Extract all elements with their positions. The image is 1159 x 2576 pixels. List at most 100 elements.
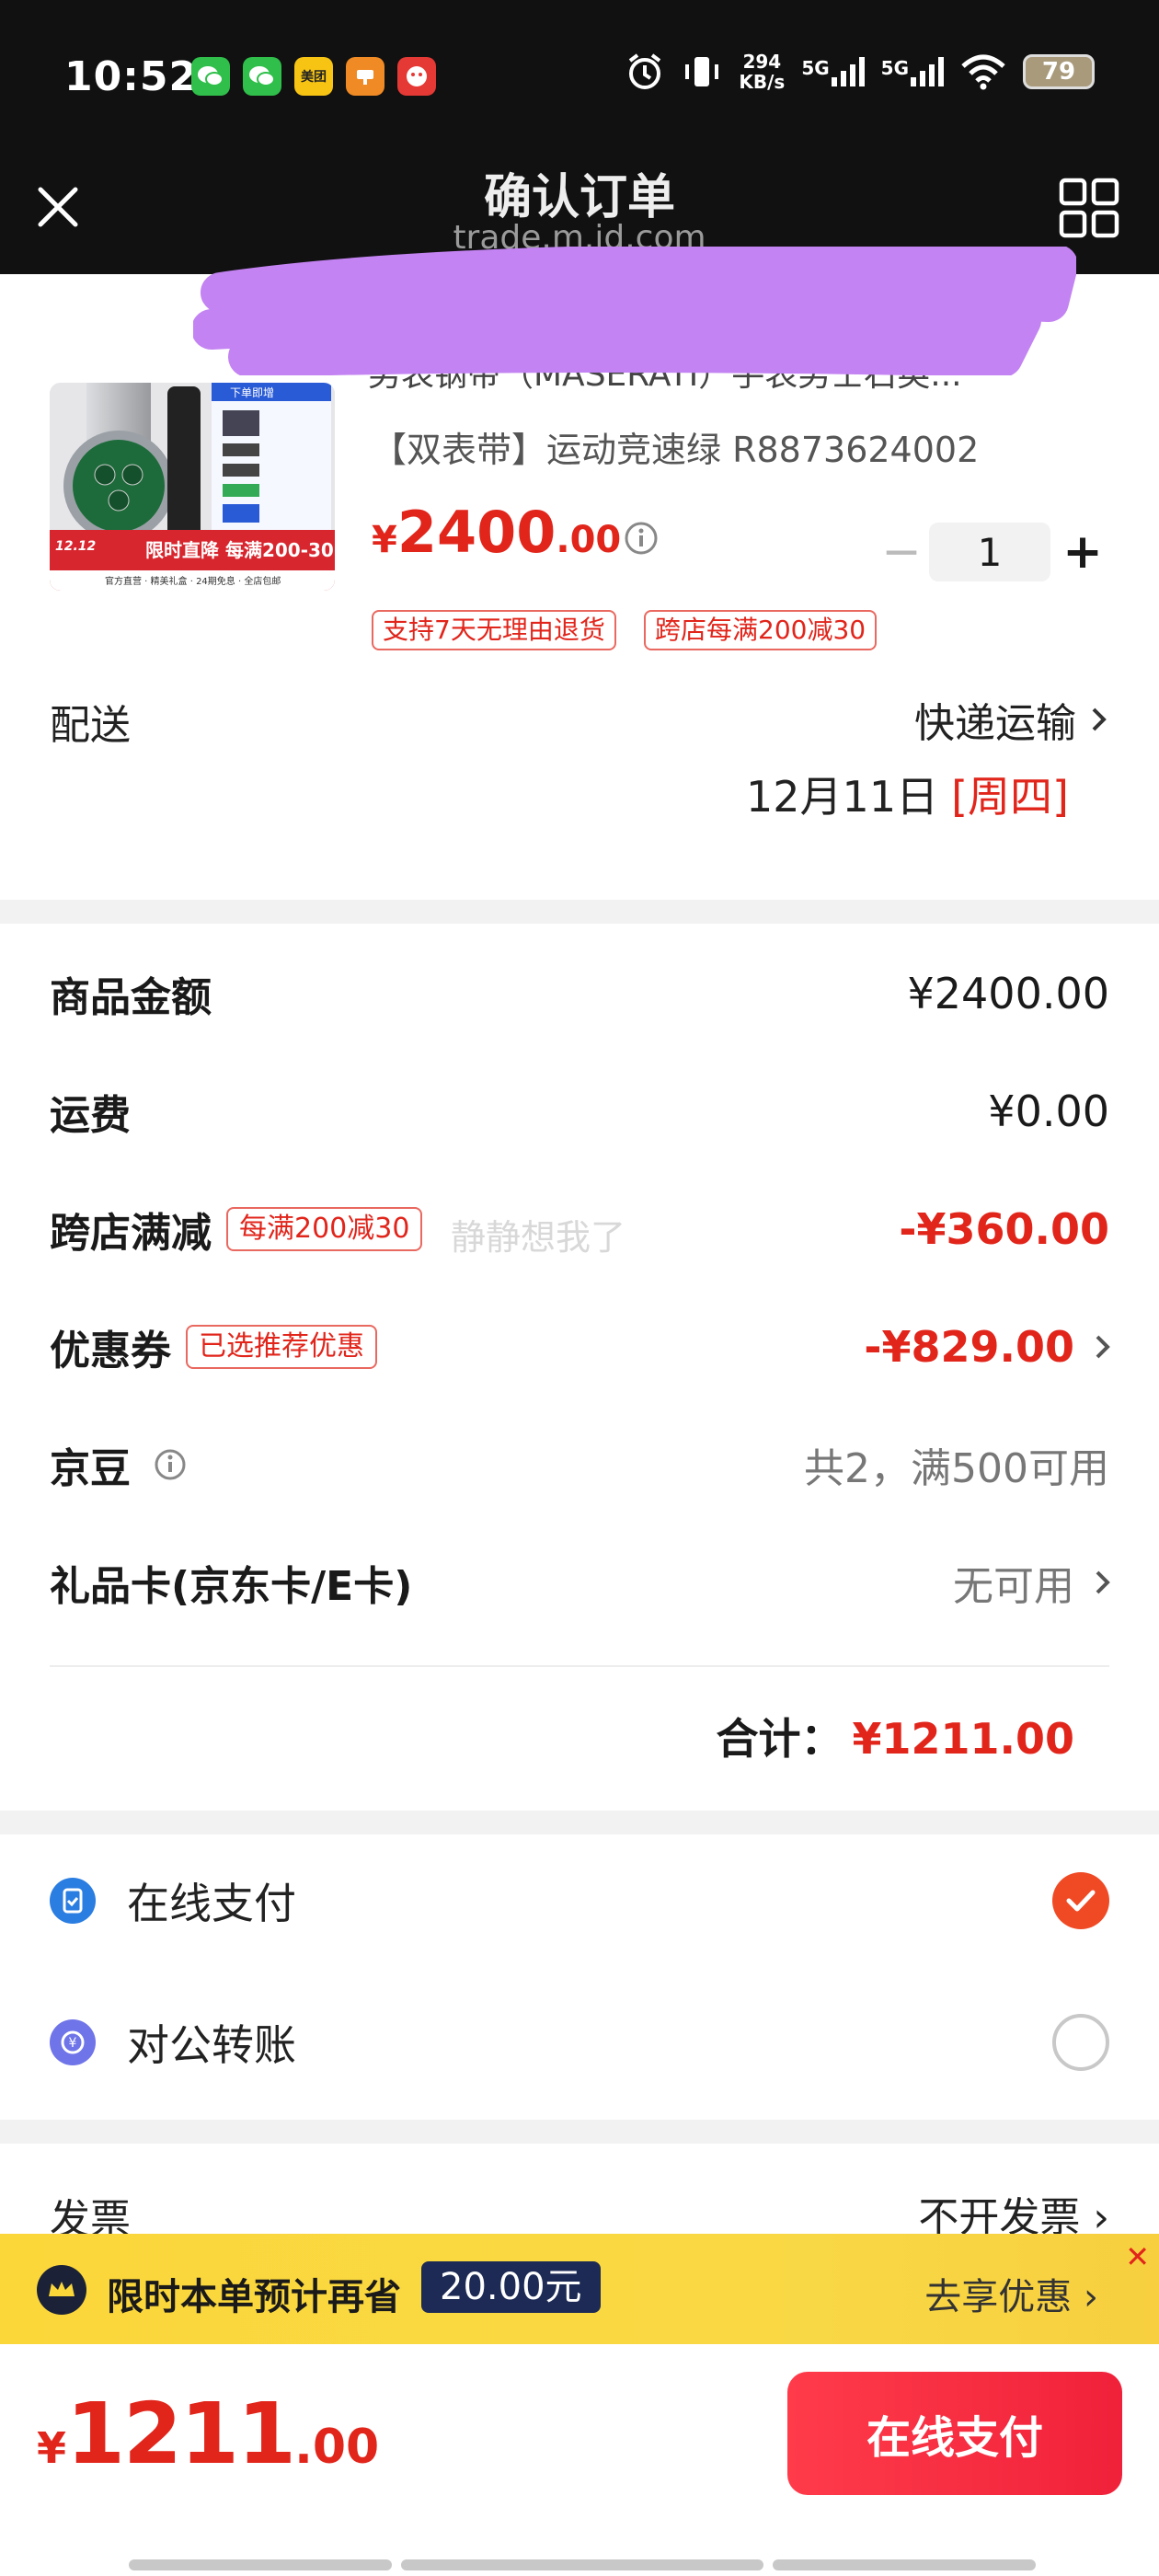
chevron-right-icon bbox=[1096, 1335, 1110, 1359]
total-value: ¥1211.00 bbox=[852, 1714, 1074, 1764]
signal-label: 5G bbox=[801, 57, 830, 79]
jingdou-row: 京豆 共2，满500可用 bbox=[50, 1428, 1109, 1501]
thumb-banner: 限时直降 每满200-30 bbox=[145, 539, 334, 561]
goods-amount-label: 商品金额 bbox=[50, 974, 212, 1021]
transfer-pay-radio[interactable] bbox=[1052, 2014, 1109, 2071]
plus-crown-icon bbox=[37, 2265, 86, 2315]
delivery-label: 配送 bbox=[50, 702, 131, 749]
quantity-increase-button[interactable]: + bbox=[1050, 524, 1115, 580]
goods-amount-row: 商品金额 ¥2400.00 bbox=[50, 957, 1109, 1030]
system-icons: 294 KB/s 5G 5G 79 bbox=[625, 52, 1095, 92]
clock: 10:52 bbox=[64, 53, 199, 100]
cross-store-label-text: 跨店满减 bbox=[50, 1210, 212, 1257]
wechat-icon bbox=[243, 57, 281, 96]
payment-option-transfer[interactable]: ¥ 对公转账 bbox=[50, 1996, 1109, 2088]
product-thumbnail[interactable]: 下单即增 12.12 限时直降 每满200-30 官方直营 · 精美礼盒 · 2… bbox=[50, 383, 335, 591]
checkout-integer: 1211 bbox=[66, 2385, 296, 2483]
checkout-bar: ¥1211.00 在线支付 bbox=[0, 2344, 1159, 2576]
delivery-weekday: [周四] bbox=[951, 772, 1069, 822]
price-currency: ¥ bbox=[372, 519, 397, 561]
menu-button[interactable] bbox=[1056, 175, 1122, 241]
jingdou-label-text: 京豆 bbox=[50, 1445, 131, 1492]
payment-method-card: 在线支付 ¥ 对公转账 bbox=[0, 1834, 1159, 2120]
promo-close-button[interactable]: ✕ bbox=[1125, 2239, 1150, 2274]
svg-text:¥: ¥ bbox=[69, 2036, 77, 2051]
gesture-segment bbox=[129, 2559, 392, 2570]
total-label: 合计： bbox=[716, 1714, 843, 1764]
quantity-decrease-button[interactable]: − bbox=[874, 524, 929, 580]
net-speed-unit: KB/s bbox=[739, 71, 786, 93]
net-speed-value: 294 bbox=[742, 51, 782, 73]
submit-payment-button[interactable]: 在线支付 bbox=[787, 2372, 1122, 2495]
promo-text: 限时本单预计再省 bbox=[107, 2276, 401, 2318]
promo-link-text: 去享优惠 bbox=[924, 2276, 1073, 2318]
notification-icons: 美团 bbox=[191, 57, 436, 96]
coupon-label: 优惠券 已选推荐优惠 bbox=[50, 1317, 377, 1376]
network-speed: 294 KB/s bbox=[739, 52, 785, 92]
chevron-right-icon bbox=[1092, 707, 1107, 731]
signal-label: 5G bbox=[880, 57, 909, 79]
page-title: 确认订单 bbox=[483, 170, 675, 225]
wechat-icon bbox=[191, 57, 230, 96]
meituan-icon: 美团 bbox=[294, 57, 333, 96]
gesture-segment bbox=[773, 2559, 1036, 2570]
jingdou-value: 共2，满500可用 bbox=[804, 1445, 1109, 1492]
price-summary-card: 商品金额 ¥2400.00 运费 ¥0.00 跨店满减 每满200减30 -¥36… bbox=[0, 924, 1159, 1811]
giftcard-row[interactable]: 礼品卡(京东卡/E卡) 无可用 bbox=[50, 1546, 1110, 1619]
transfer-pay-label: 对公转账 bbox=[127, 2020, 296, 2070]
alarm-icon bbox=[629, 53, 661, 89]
thumb-logo: 12.12 bbox=[55, 539, 97, 554]
battery-indicator: 79 bbox=[1023, 54, 1095, 89]
wifi-icon bbox=[961, 54, 1005, 90]
coupon-label-text: 优惠券 bbox=[50, 1328, 171, 1374]
online-pay-label: 在线支付 bbox=[127, 1879, 296, 1928]
signal-5g-1: 5G bbox=[801, 57, 865, 86]
watermark-text: 静静想我了 bbox=[451, 1217, 626, 1258]
quantity-stepper: − 1 + bbox=[874, 523, 1115, 581]
shipping-label: 运费 bbox=[50, 1092, 131, 1139]
grid-menu-icon bbox=[1059, 178, 1119, 238]
redaction-mark bbox=[193, 247, 1076, 375]
cross-store-value: -¥360.00 bbox=[899, 1204, 1109, 1254]
coupon-value: -¥829.00 bbox=[864, 1322, 1074, 1372]
product-spec: 【双表带】运动竞速绿 R8873624002 bbox=[372, 430, 980, 470]
checkout-total: ¥1211.00 bbox=[37, 2385, 379, 2483]
vibrate-icon bbox=[685, 57, 719, 86]
transfer-pay-icon: ¥ bbox=[50, 2019, 96, 2065]
delivery-method-selector[interactable]: 快递运输 bbox=[914, 690, 1109, 749]
goods-amount-value: ¥2400.00 bbox=[907, 969, 1110, 1018]
online-pay-icon bbox=[50, 1878, 96, 1924]
chevron-right-icon bbox=[1096, 1570, 1110, 1594]
checkout-decimal: .00 bbox=[294, 2420, 380, 2475]
price-info-icon[interactable] bbox=[624, 521, 659, 556]
coupon-row[interactable]: 优惠券 已选推荐优惠 -¥829.00 bbox=[50, 1310, 1110, 1384]
thumb-box-header: 下单即增 bbox=[230, 386, 275, 399]
promo-link[interactable]: 去享优惠 › bbox=[924, 2267, 1098, 2320]
thumb-caption: 官方直营 · 精美礼盒 · 24期免息 · 全店包邮 bbox=[105, 577, 281, 587]
divider bbox=[50, 1665, 1109, 1667]
taobao-icon bbox=[346, 57, 384, 96]
shipping-value: ¥0.00 bbox=[988, 1087, 1109, 1136]
signal-bars-icon bbox=[911, 57, 944, 86]
signal-bars-icon bbox=[831, 57, 865, 86]
jingdou-label: 京豆 bbox=[50, 1435, 188, 1494]
discount-tag: 跨店每满200减30 bbox=[644, 610, 878, 650]
coupon-tag: 已选推荐优惠 bbox=[186, 1325, 377, 1369]
quantity-input[interactable]: 1 bbox=[929, 523, 1050, 581]
info-icon[interactable] bbox=[153, 1447, 188, 1482]
giftcard-label: 礼品卡(京东卡/E卡) bbox=[50, 1563, 413, 1610]
order-total: 合计： ¥1211.00 bbox=[716, 1706, 1074, 1766]
payment-option-online[interactable]: 在线支付 bbox=[50, 1855, 1109, 1947]
online-pay-radio-checked[interactable] bbox=[1052, 1872, 1109, 1929]
giftcard-value: 无可用 bbox=[953, 1563, 1074, 1610]
status-bar: 10:52 美团 294 KB/s 5G 5G 79 bbox=[0, 0, 1159, 155]
gesture-segment bbox=[401, 2559, 763, 2570]
product-price: ¥2400.00 bbox=[372, 499, 621, 566]
order-confirm-page: 10:52 美团 294 KB/s 5G 5G 79 确认订单 trade.m.… bbox=[0, 0, 1159, 2576]
promo-banner[interactable]: 限时本单预计再省 20.00元 去享优惠 › ✕ bbox=[0, 2234, 1159, 2344]
jd-icon bbox=[397, 57, 436, 96]
shipping-row: 运费 ¥0.00 bbox=[50, 1075, 1109, 1148]
delivery-method: 快递运输 bbox=[914, 700, 1076, 747]
cross-store-label: 跨店满减 每满200减30 bbox=[50, 1200, 423, 1259]
signal-5g-2: 5G bbox=[881, 57, 944, 86]
